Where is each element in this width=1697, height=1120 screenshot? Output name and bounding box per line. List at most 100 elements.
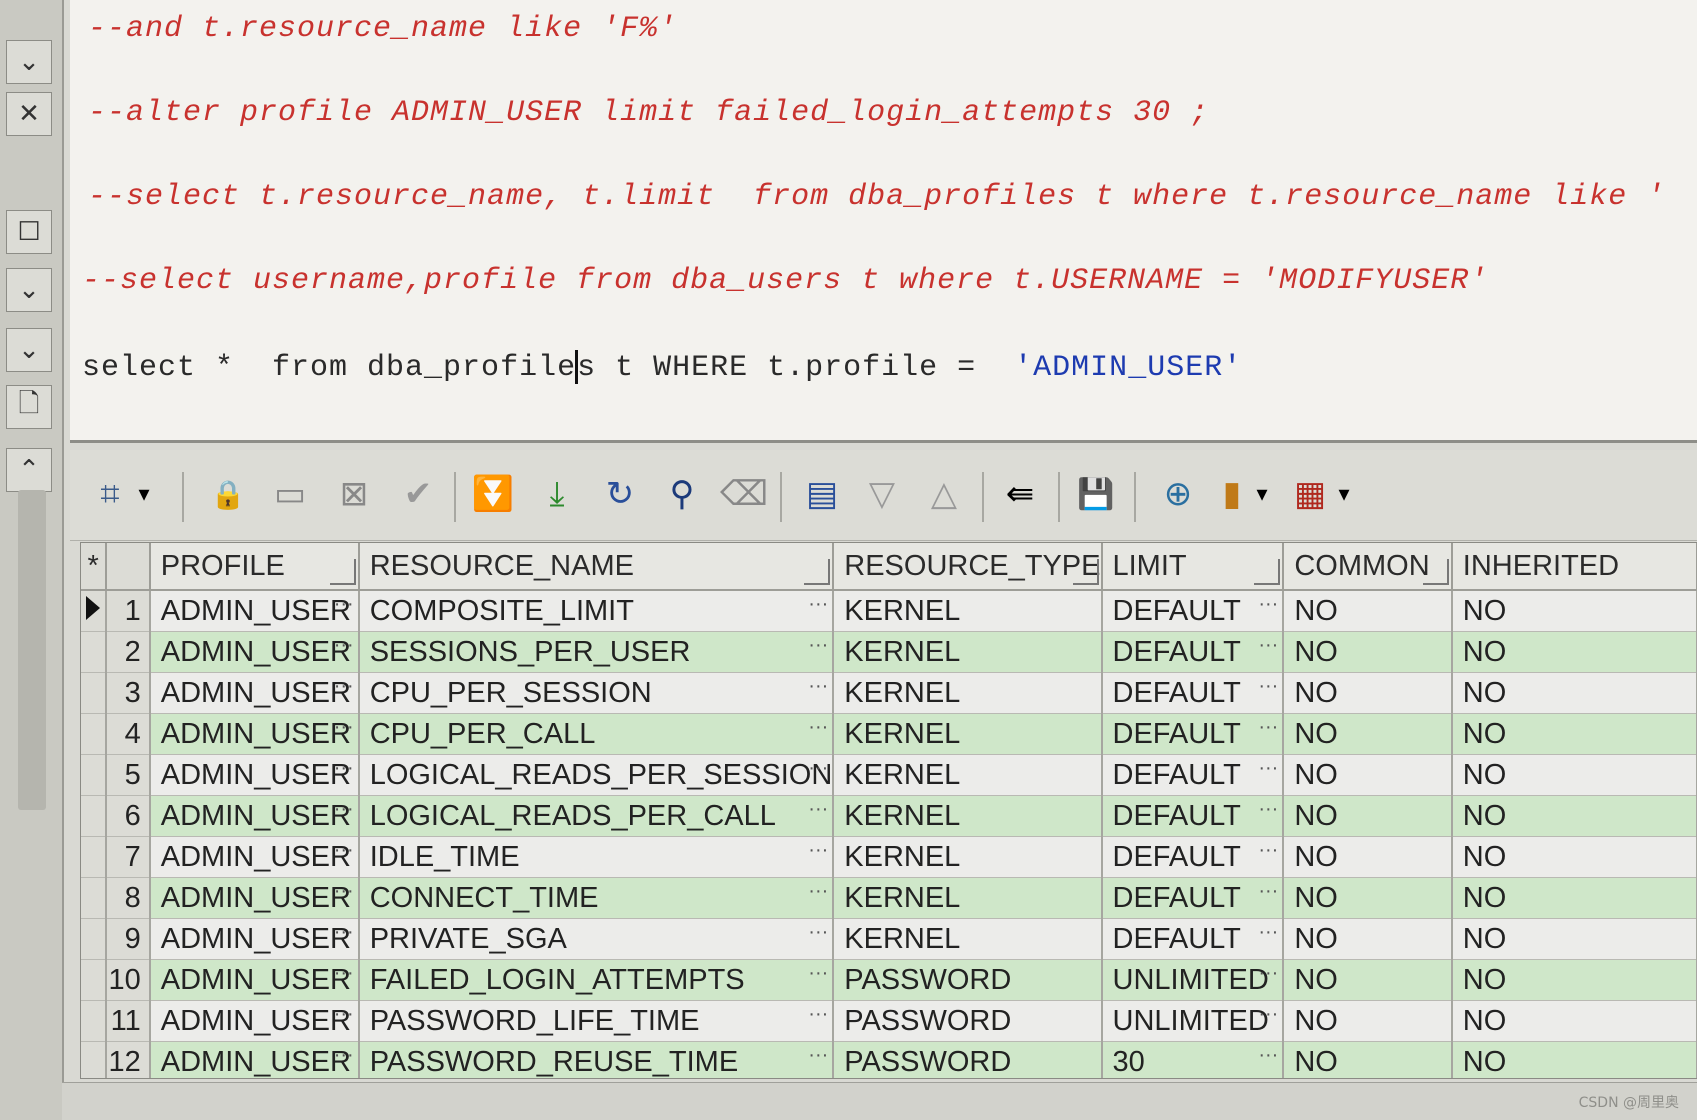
insert-record-icon[interactable]: ▭ [268, 470, 312, 518]
cell-resource-type[interactable]: PASSWORD [833, 1000, 1103, 1042]
cell-resource-type[interactable]: KERNEL [833, 672, 1103, 714]
cell-profile[interactable]: ADMIN_USER ··· [149, 590, 360, 632]
cell-resource-type[interactable]: KERNEL [833, 836, 1103, 878]
cell-editor-button[interactable]: ··· [1258, 1044, 1278, 1067]
cell-limit[interactable]: UNLIMITED ··· [1101, 1000, 1285, 1042]
cell-editor-button[interactable]: ··· [1258, 634, 1278, 657]
cell-profile[interactable]: ADMIN_USER ··· [149, 959, 360, 1001]
cell-editor-button[interactable]: ··· [808, 798, 828, 821]
cell-profile[interactable]: ADMIN_USER ··· [149, 795, 360, 837]
cell-resource-name[interactable]: LOGICAL_READS_PER_SESSION ··· [358, 754, 835, 796]
column-sort-handle[interactable] [1072, 559, 1099, 585]
table-row[interactable]: 5 ADMIN_USER ··· LOGICAL_READS_PER_SESSION ·… [81, 754, 1697, 796]
chevron-up-icon[interactable]: ⌃ [6, 448, 52, 492]
single-record-view-icon[interactable]: ▤ [800, 470, 844, 518]
table-row[interactable]: 12 ADMIN_USER ··· PASSWORD_REUSE_TIME ··· PAS… [81, 1041, 1697, 1078]
cell-resource-type[interactable]: KERNEL [833, 590, 1103, 632]
column-sort-handle[interactable] [1422, 559, 1449, 585]
cell-inherited[interactable]: NO [1451, 877, 1697, 919]
delete-record-icon[interactable]: ⊠ [332, 470, 376, 518]
column-header-limit[interactable]: LIMIT [1101, 543, 1285, 591]
cell-editor-button[interactable]: ··· [334, 716, 354, 739]
cell-profile[interactable]: ADMIN_USER ··· [149, 1041, 360, 1078]
table-row[interactable]: 9 ADMIN_USER ··· PRIVATE_SGA ··· KERNEL DEFAUL… [81, 918, 1697, 960]
cell-inherited[interactable]: NO [1451, 795, 1697, 837]
cell-inherited[interactable]: NO [1451, 1000, 1697, 1042]
row-indicator[interactable] [81, 631, 108, 673]
cell-profile[interactable]: ADMIN_USER ··· [149, 754, 360, 796]
cell-inherited[interactable]: NO [1451, 959, 1697, 1001]
cell-profile[interactable]: ADMIN_USER ··· [149, 713, 360, 755]
close-icon[interactable]: ✕ [6, 92, 52, 136]
cell-resource-type[interactable]: PASSWORD [833, 1041, 1103, 1078]
dropdown-arrow-icon[interactable]: ▾ [132, 470, 156, 518]
column-sort-handle[interactable] [1254, 559, 1281, 585]
column-sort-handle[interactable] [804, 559, 831, 585]
table-row[interactable]: 11 ADMIN_USER ··· PASSWORD_LIFE_TIME ··· PASS… [81, 1000, 1697, 1042]
cell-editor-button[interactable]: ··· [1258, 716, 1278, 739]
cell-common[interactable]: NO [1283, 713, 1453, 755]
cell-profile[interactable]: ADMIN_USER ··· [149, 918, 360, 960]
cell-editor-button[interactable]: ··· [334, 1044, 354, 1067]
chart-icon[interactable]: ▮ [1214, 470, 1250, 518]
cell-editor-button[interactable]: ··· [808, 921, 828, 944]
cell-resource-type[interactable]: KERNEL [833, 795, 1103, 837]
cell-inherited[interactable]: NO [1451, 713, 1697, 755]
cell-editor-button[interactable]: ··· [808, 1003, 828, 1026]
cell-resource-name[interactable]: SESSIONS_PER_USER ··· [358, 631, 835, 673]
table-row[interactable]: 2 ADMIN_USER ··· SESSIONS_PER_USER ··· KERNEL… [81, 631, 1697, 673]
chevron-down-icon[interactable]: ⌄ [6, 328, 52, 372]
cell-editor-button[interactable]: ··· [1258, 675, 1278, 698]
cell-resource-name[interactable]: CONNECT_TIME ··· [358, 877, 835, 919]
checkbox-icon[interactable]: ☐ [6, 210, 52, 254]
cell-editor-button[interactable]: ··· [808, 1044, 828, 1067]
cell-editor-button[interactable]: ··· [808, 962, 828, 985]
table-row[interactable]: 1 ADMIN_USER ··· COMPOSITE_LIMIT ··· KERNEL DE… [81, 590, 1697, 632]
previous-record-icon[interactable]: △ [922, 470, 966, 518]
vertical-scrollbar[interactable] [18, 490, 46, 810]
cell-common[interactable]: NO [1283, 1000, 1453, 1042]
table-row[interactable]: 8 ADMIN_USER ··· CONNECT_TIME ··· KERNEL DEFAU… [81, 877, 1697, 919]
cell-editor-button[interactable]: ··· [808, 839, 828, 862]
column-header-inherited[interactable]: INHERITED [1451, 543, 1697, 591]
cell-common[interactable]: NO [1283, 672, 1453, 714]
cell-resource-name[interactable]: PRIVATE_SGA ··· [358, 918, 835, 960]
row-indicator[interactable] [81, 918, 108, 960]
cell-common[interactable]: NO [1283, 631, 1453, 673]
cell-profile[interactable]: ADMIN_USER ··· [149, 672, 360, 714]
sql-editor[interactable]: --and t.resource_name like 'F%' --alter … [70, 0, 1697, 443]
new-document-icon[interactable]: 🗋 [6, 385, 52, 429]
cell-limit[interactable]: DEFAULT ··· [1101, 836, 1285, 878]
table-row[interactable]: 4 ADMIN_USER ··· CPU_PER_CALL ··· KERNEL DEFAU… [81, 713, 1697, 755]
connect-icon[interactable]: ⊕ [1156, 470, 1200, 518]
row-indicator[interactable] [81, 959, 108, 1001]
cell-editor-button[interactable]: ··· [1258, 921, 1278, 944]
cell-editor-button[interactable]: ··· [334, 634, 354, 657]
cell-limit[interactable]: DEFAULT ··· [1101, 672, 1285, 714]
cell-resource-name[interactable]: CPU_PER_SESSION ··· [358, 672, 835, 714]
row-indicator[interactable] [81, 795, 108, 837]
column-sort-handle[interactable] [329, 559, 356, 585]
cell-resource-name[interactable]: PASSWORD_LIFE_TIME ··· [358, 1000, 835, 1042]
column-header-profile[interactable]: PROFILE [149, 543, 360, 591]
column-header-common[interactable]: COMMON [1283, 543, 1453, 591]
table-row[interactable]: 7 ADMIN_USER ··· IDLE_TIME ··· KERNEL DEFAULT ·… [81, 836, 1697, 878]
cell-editor-button[interactable]: ··· [1258, 839, 1278, 862]
cell-inherited[interactable]: NO [1451, 918, 1697, 960]
cell-common[interactable]: NO [1283, 795, 1453, 837]
cell-resource-name[interactable]: PASSWORD_REUSE_TIME ··· [358, 1041, 835, 1078]
chevron-down-icon[interactable]: ⌄ [6, 268, 52, 312]
cell-editor-button[interactable]: ··· [1258, 880, 1278, 903]
cell-limit[interactable]: DEFAULT ··· [1101, 918, 1285, 960]
row-indicator[interactable] [81, 590, 108, 632]
table-view-icon[interactable]: ▦ [1290, 470, 1330, 518]
grid-select-icon[interactable]: ⌗ [90, 470, 130, 518]
chart-dropdown-icon[interactable]: ▾ [1250, 470, 1274, 518]
cell-editor-button[interactable]: ··· [334, 1003, 354, 1026]
cell-limit[interactable]: DEFAULT ··· [1101, 795, 1285, 837]
cell-inherited[interactable]: NO [1451, 631, 1697, 673]
cell-editor-button[interactable]: ··· [808, 880, 828, 903]
row-indicator[interactable] [81, 672, 108, 714]
cell-profile[interactable]: ADMIN_USER ··· [149, 1000, 360, 1042]
cell-profile[interactable]: ADMIN_USER ··· [149, 631, 360, 673]
